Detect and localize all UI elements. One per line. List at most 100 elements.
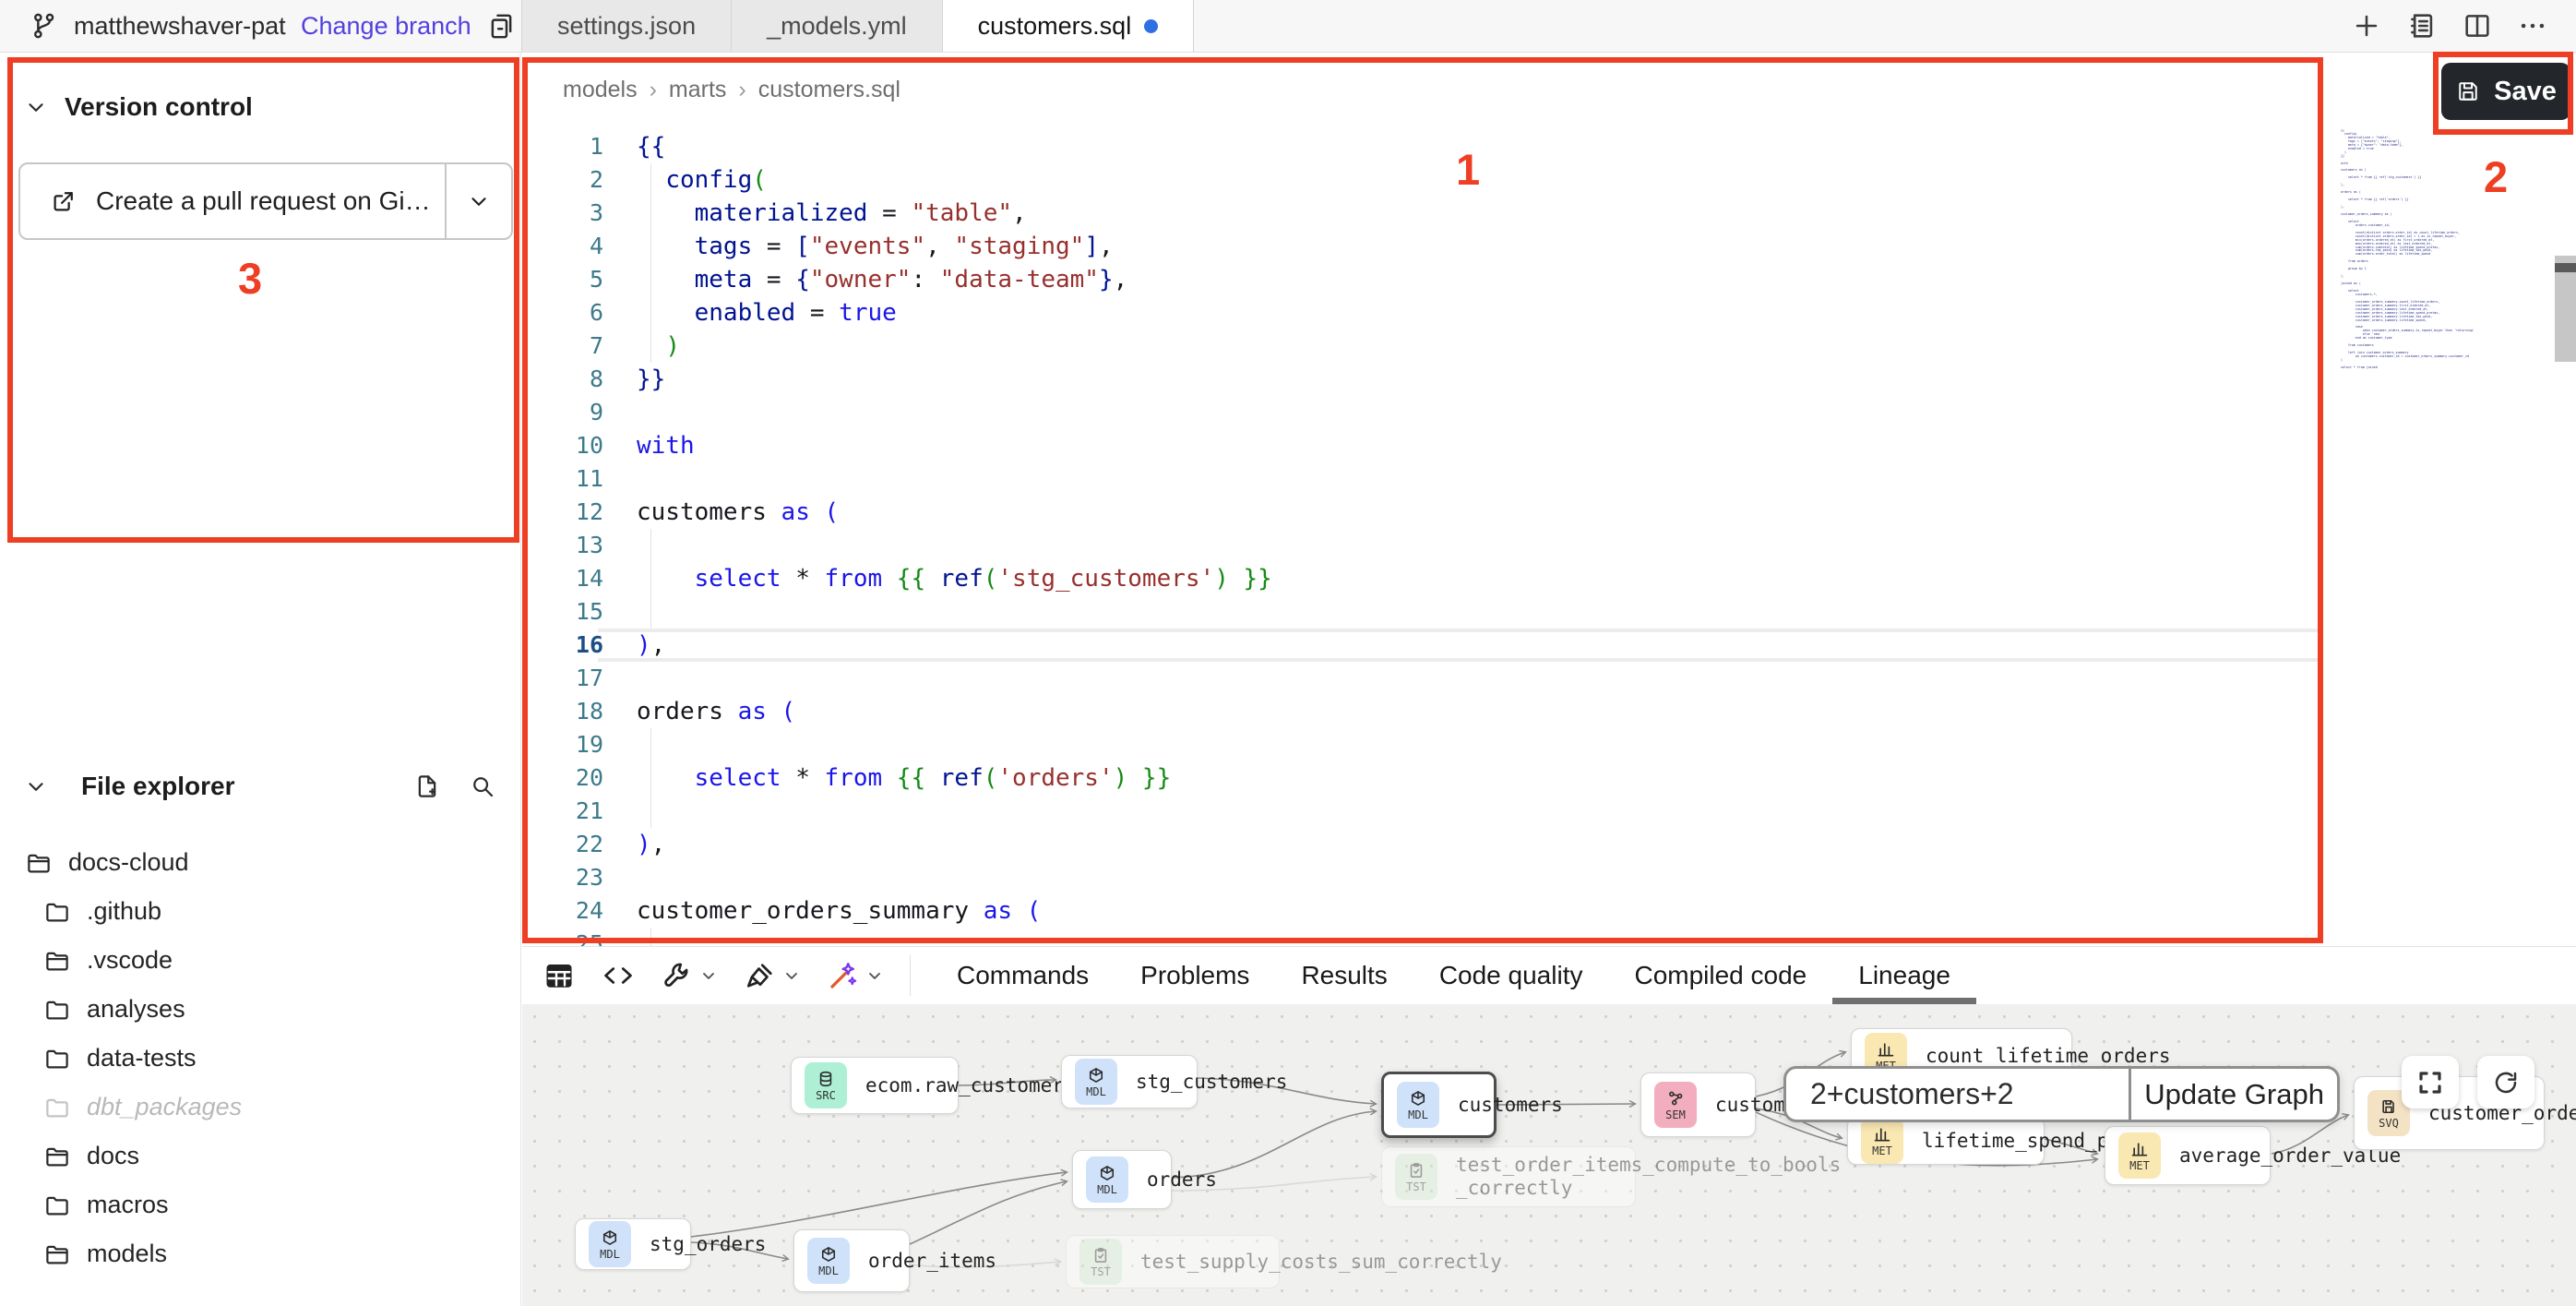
code-line-8[interactable]: 8}} [522, 363, 2576, 396]
code-area[interactable]: 1{{2 config(3 materialized = "table",4 t… [522, 130, 2576, 946]
lineage-node-orders[interactable]: MDLorders [1072, 1150, 1172, 1209]
lineage-node-stg_customers[interactable]: MDLstg_customers [1061, 1055, 1198, 1108]
results-table-icon-button[interactable] [543, 959, 576, 992]
code-line-22[interactable]: 22), [522, 828, 2576, 861]
lineage-node-ecom.raw_customers[interactable]: SRCecom.raw_customers [791, 1057, 959, 1114]
lineage-node-lifetime_spend_pretax[interactable]: METlifetime_spend_pretax [1847, 1117, 2045, 1165]
code-line-17[interactable]: 17 [522, 662, 2576, 695]
lineage-node-customers[interactable]: MDLcustomers [1381, 1072, 1497, 1138]
format-broom-icon-button[interactable] [744, 959, 801, 992]
code-line-19[interactable]: 19 [522, 728, 2576, 761]
editor-scrollbar-thumb[interactable] [2555, 263, 2576, 272]
breadcrumb-item[interactable]: models [563, 77, 638, 103]
node-label: customers [1458, 1094, 1563, 1117]
lineage-node-test_order_items_compute_to_bools_correctly[interactable]: TSTtest_order_items_compute_to_bools _co… [1381, 1146, 1636, 1207]
code-line-1[interactable]: 1{{ [522, 130, 2576, 163]
tree-item-data-tests[interactable]: data-tests [0, 1034, 520, 1083]
lineage-node-order_items[interactable]: MDLorder_items [793, 1229, 910, 1292]
tree-item-models[interactable]: models [0, 1229, 520, 1278]
tab-customers.sql[interactable]: customers.sql [943, 0, 1195, 52]
tree-item-label: docs [87, 1142, 139, 1170]
format-broom-icon [744, 959, 777, 992]
lineage-node-customers[interactable]: SEMcustomers [1640, 1072, 1756, 1137]
tree-item-dbt_packages[interactable]: dbt_packages [0, 1083, 520, 1132]
search-icon[interactable] [469, 773, 496, 800]
tree-item-.github[interactable]: .github [0, 887, 520, 936]
code-editor: models›marts›customers.sql 1{{2 config(3… [522, 53, 2576, 946]
line-number: 2 [522, 163, 603, 197]
plus-icon[interactable] [2351, 10, 2382, 42]
fullscreen-button[interactable] [2402, 1056, 2459, 1108]
tree-item-docs[interactable]: docs [0, 1132, 520, 1180]
breadcrumb-item[interactable]: marts [669, 77, 727, 103]
panel-tab-results[interactable]: Results [1275, 947, 1413, 1004]
code-line-12[interactable]: 12customers as ( [522, 496, 2576, 529]
panel-tab-lineage[interactable]: Lineage [1832, 947, 1976, 1004]
code-line-15[interactable]: 15 [522, 595, 2576, 629]
lineage-selector-input[interactable]: 2+customers+2 [1786, 1069, 2129, 1120]
code-line-11[interactable]: 11 [522, 462, 2576, 496]
code-text: materialized = "table", [637, 197, 1027, 230]
split-panel-icon[interactable] [2462, 10, 2493, 42]
save-button[interactable]: Save [2441, 63, 2570, 120]
tree-item-.vscode[interactable]: .vscode [0, 936, 520, 985]
indent-guide [650, 928, 651, 946]
code-line-18[interactable]: 18orders as ( [522, 695, 2576, 728]
code-icon-button[interactable] [602, 959, 635, 992]
code-line-25[interactable]: 25 [522, 928, 2576, 946]
chevron-down-icon[interactable] [24, 774, 48, 798]
lineage-node-test_supply_costs_sum_correctly[interactable]: TSTtest_supply_costs_sum_correctly [1066, 1235, 1280, 1288]
version-control-header[interactable]: Version control [24, 92, 253, 122]
panel-tab-problems[interactable]: Problems [1115, 947, 1275, 1004]
copy-icon[interactable] [486, 11, 517, 42]
code-text: }} [637, 363, 665, 396]
tab-_models.yml[interactable]: _models.yml [732, 0, 943, 52]
build-wrench-icon-button[interactable] [661, 959, 718, 992]
tree-item-analyses[interactable]: analyses [0, 985, 520, 1034]
create-pull-request-main[interactable]: Create a pull request on Gi… [20, 164, 445, 238]
line-number: 13 [522, 529, 603, 562]
create-pull-request-button[interactable]: Create a pull request on Gi… [18, 162, 513, 240]
notebook-icon[interactable] [2406, 10, 2438, 42]
code-line-21[interactable]: 21 [522, 795, 2576, 828]
copilot-wand-icon-button[interactable] [827, 959, 884, 992]
breadcrumb-item[interactable]: customers.sql [758, 77, 900, 103]
code-line-6[interactable]: 6 enabled = true [522, 296, 2576, 329]
code-text: orders as ( [637, 695, 795, 728]
code-line-7[interactable]: 7 ) [522, 329, 2576, 363]
new-file-icon[interactable] [413, 773, 441, 800]
panel-tab-commands[interactable]: Commands [931, 947, 1115, 1004]
tab-settings.json[interactable]: settings.json [521, 0, 732, 52]
window-actions [2351, 0, 2576, 52]
lineage-node-stg_orders[interactable]: MDLstg_orders [575, 1218, 691, 1270]
code-line-20[interactable]: 20 select * from {{ ref('orders') }} [522, 761, 2576, 795]
node-label: count_lifetime_orders [1926, 1045, 2171, 1068]
tree-item-docs-cloud[interactable]: docs-cloud [0, 838, 520, 887]
refresh-button[interactable] [2477, 1056, 2534, 1108]
bottom-panel-tabs: CommandsProblemsResultsCode qualityCompi… [931, 947, 1976, 1004]
code-line-23[interactable]: 23 [522, 861, 2576, 894]
pull-request-dropdown-button[interactable] [445, 164, 511, 238]
panel-tab-code-quality[interactable]: Code quality [1413, 947, 1609, 1004]
code-line-4[interactable]: 4 tags = ["events", "staging"], [522, 230, 2576, 263]
editor-minimap[interactable]: {{ config( materialized = "table", tags … [2341, 129, 2479, 397]
lineage-canvas[interactable]: 2+customers+2 Update Graph SRCecom.raw_c… [522, 1004, 2576, 1306]
code-line-5[interactable]: 5 meta = {"owner": "data-team"}, [522, 263, 2576, 296]
code-line-13[interactable]: 13 [522, 529, 2576, 562]
tab-label: customers.sql [978, 12, 1132, 41]
code-line-2[interactable]: 2 config( [522, 163, 2576, 197]
code-line-10[interactable]: 10with [522, 429, 2576, 462]
panel-tab-compiled-code[interactable]: Compiled code [1608, 947, 1832, 1004]
code-line-3[interactable]: 3 materialized = "table", [522, 197, 2576, 230]
update-graph-button[interactable]: Update Graph [2129, 1069, 2337, 1120]
code-line-14[interactable]: 14 select * from {{ ref('stg_customers')… [522, 562, 2576, 595]
code-line-16[interactable]: 16), [522, 629, 2576, 662]
tree-item-macros[interactable]: macros [0, 1180, 520, 1229]
ellipsis-icon[interactable] [2517, 10, 2548, 42]
change-branch-link[interactable]: Change branch [301, 12, 471, 41]
lineage-node-average_order_value[interactable]: METaverage_order_value [2105, 1126, 2271, 1185]
code-text: ), [637, 828, 665, 861]
code-line-9[interactable]: 9 [522, 396, 2576, 429]
metric-chart-icon [1873, 1125, 1891, 1144]
code-line-24[interactable]: 24customer_orders_summary as ( [522, 894, 2576, 928]
